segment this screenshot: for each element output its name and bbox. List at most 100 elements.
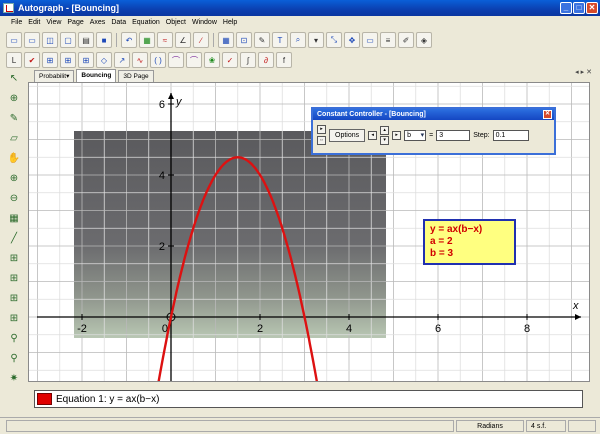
line-tool-icon[interactable]: ╱: [6, 230, 22, 246]
title-bar: Autograph - [Bouncing] _ □ ✕: [0, 0, 600, 16]
x-tick-label: 6: [435, 323, 441, 335]
eraser-icon[interactable]: ▱: [6, 130, 22, 146]
new-1d-page-icon[interactable]: ▭: [24, 32, 40, 48]
new-2d-page-icon[interactable]: ▭: [6, 32, 22, 48]
step-tool-icon[interactable]: ⊞: [6, 250, 22, 266]
tick-icon[interactable]: ✓: [222, 52, 238, 68]
legend-label: Equation 1: y = ax(b−x): [56, 393, 160, 405]
menu-equation[interactable]: Equation: [129, 16, 163, 29]
x-tick-label: 2: [257, 323, 263, 335]
left-toolbar: ↖ ⊕ ✎ ▱ ✋ ⊕ ⊖ ▦ ╱ ⊞ ⊞ ⊞ ⊞ ⚲ ⚲ ✷: [0, 68, 28, 386]
zoom-icon[interactable]: ⌕: [290, 32, 306, 48]
maximize-button[interactable]: □: [573, 2, 585, 14]
autograph-app-icon: [3, 3, 14, 13]
move-icon[interactable]: ✥: [344, 32, 360, 48]
tab-probability[interactable]: Probabilit▾: [34, 70, 75, 82]
measure-tool-icon[interactable]: ⚲: [6, 350, 22, 366]
pen-icon[interactable]: ✐: [398, 32, 414, 48]
settings-tool-icon[interactable]: ✷: [6, 370, 22, 386]
menu-axes[interactable]: Axes: [87, 16, 109, 29]
point-snap-icon[interactable]: ⊞: [60, 52, 76, 68]
vector-icon[interactable]: ↗: [114, 52, 130, 68]
bracket-icon[interactable]: ( ): [150, 52, 166, 68]
grid-snap-icon[interactable]: ⊞: [78, 52, 94, 68]
animate-icon[interactable]: ⇔: [317, 136, 326, 145]
line-style-icon[interactable]: ≡: [380, 32, 396, 48]
menu-edit[interactable]: Edit: [25, 16, 43, 29]
point-grid-icon[interactable]: ⊞: [42, 52, 58, 68]
equation-line-1: y = ax(b−x): [430, 224, 483, 235]
tab-bouncing[interactable]: Bouncing: [76, 69, 117, 82]
step-forward-icon[interactable]: ▸: [392, 130, 402, 140]
monitor-icon[interactable]: ▭: [362, 32, 378, 48]
table-icon[interactable]: ▦: [218, 32, 234, 48]
status-sig-figs: 4 s.f.: [526, 420, 566, 432]
menu-window[interactable]: Window: [189, 16, 220, 29]
step-field[interactable]: 0.1: [492, 129, 529, 141]
save-disk-icon[interactable]: ■: [96, 32, 112, 48]
equation-editor-icon[interactable]: ≈: [157, 32, 173, 48]
magnify-tool-icon[interactable]: ⚲: [6, 330, 22, 346]
curve-icon[interactable]: ∿: [132, 52, 148, 68]
tangent-icon[interactable]: ⌒: [186, 52, 202, 68]
equation-text-box[interactable]: y = ax(b−x) a = 2 b = 3: [423, 219, 516, 265]
new-3d-page-icon[interactable]: ◫: [42, 32, 58, 48]
new-page-icon[interactable]: ▢: [60, 32, 76, 48]
shape-icon[interactable]: ◇: [96, 52, 112, 68]
tab-scroll-controls[interactable]: ◂▸✕: [575, 68, 594, 76]
value-field[interactable]: 3: [436, 129, 471, 141]
variable-select[interactable]: b: [404, 129, 427, 141]
menu-page[interactable]: Page: [64, 16, 86, 29]
check-icon[interactable]: ✔: [24, 52, 40, 68]
decrease-icon[interactable]: ▾: [380, 135, 390, 145]
select-arrow-icon[interactable]: ↖: [6, 70, 22, 86]
options-button[interactable]: Options: [329, 128, 366, 142]
status-message: [6, 420, 454, 432]
undo-icon[interactable]: ↶: [121, 32, 137, 48]
controller-close-button[interactable]: ✕: [543, 110, 552, 119]
function-icon[interactable]: f: [276, 52, 292, 68]
angle-icon[interactable]: ∠: [175, 32, 191, 48]
hand-icon[interactable]: ✋: [6, 150, 22, 166]
scale-icon[interactable]: ⊡: [236, 32, 252, 48]
graph-grid-icon[interactable]: ▦: [139, 32, 155, 48]
turtle-icon[interactable]: ❀: [204, 52, 220, 68]
menu-data[interactable]: Data: [108, 16, 129, 29]
derivative-icon[interactable]: ∂: [258, 52, 274, 68]
gradient-icon[interactable]: ⌒: [168, 52, 184, 68]
text-box-icon[interactable]: T: [272, 32, 288, 48]
x-tick-label: 8: [524, 323, 530, 335]
menu-view[interactable]: View: [43, 16, 64, 29]
pencil-draw-icon[interactable]: ✎: [6, 110, 22, 126]
transform-icon[interactable]: ⤡: [326, 32, 342, 48]
play-icon[interactable]: ▸: [317, 125, 326, 134]
zoom-in-icon[interactable]: ⊕: [6, 170, 22, 186]
dropdown-arrow-icon[interactable]: ▾: [308, 32, 324, 48]
trace-tool-icon[interactable]: ⊞: [6, 270, 22, 286]
scale-tool-icon[interactable]: ⊞: [6, 290, 22, 306]
point-icon[interactable]: ⊕: [6, 90, 22, 106]
region-tool-icon[interactable]: ⊞: [6, 310, 22, 326]
axes-icon[interactable]: L: [6, 52, 22, 68]
slow-plot-icon[interactable]: ∕: [193, 32, 209, 48]
menu-object[interactable]: Object: [163, 16, 189, 29]
zoom-out-icon[interactable]: ⊖: [6, 190, 22, 206]
constant-controller-window[interactable]: Constant Controller - [Bouncing] ✕ ▸ ⇔ O…: [311, 107, 556, 155]
vertical-scrollbar[interactable]: [590, 82, 600, 382]
step-label: Step:: [473, 131, 490, 139]
equation-legend[interactable]: Equation 1: y = ax(b−x): [34, 390, 583, 408]
integral-icon[interactable]: ∫: [240, 52, 256, 68]
open-folder-icon[interactable]: ▤: [78, 32, 94, 48]
minimize-button[interactable]: _: [560, 2, 572, 14]
tab-3d-page[interactable]: 3D Page: [118, 70, 154, 82]
menu-file[interactable]: File: [8, 16, 25, 29]
close-button[interactable]: ✕: [586, 2, 598, 14]
fill-icon[interactable]: ◈: [416, 32, 432, 48]
pencil-icon[interactable]: ✎: [254, 32, 270, 48]
controller-arrows: ▸ ⇔: [317, 125, 326, 145]
increase-icon[interactable]: ▴: [380, 125, 390, 135]
grid-tool-icon[interactable]: ▦: [6, 210, 22, 226]
graph-area[interactable]: -2 2 4 6 8 0 2 4 6 x y Constant Controller - [Boun…: [28, 82, 590, 382]
menu-help[interactable]: Help: [220, 16, 240, 29]
step-back-icon[interactable]: ◂: [368, 130, 378, 140]
